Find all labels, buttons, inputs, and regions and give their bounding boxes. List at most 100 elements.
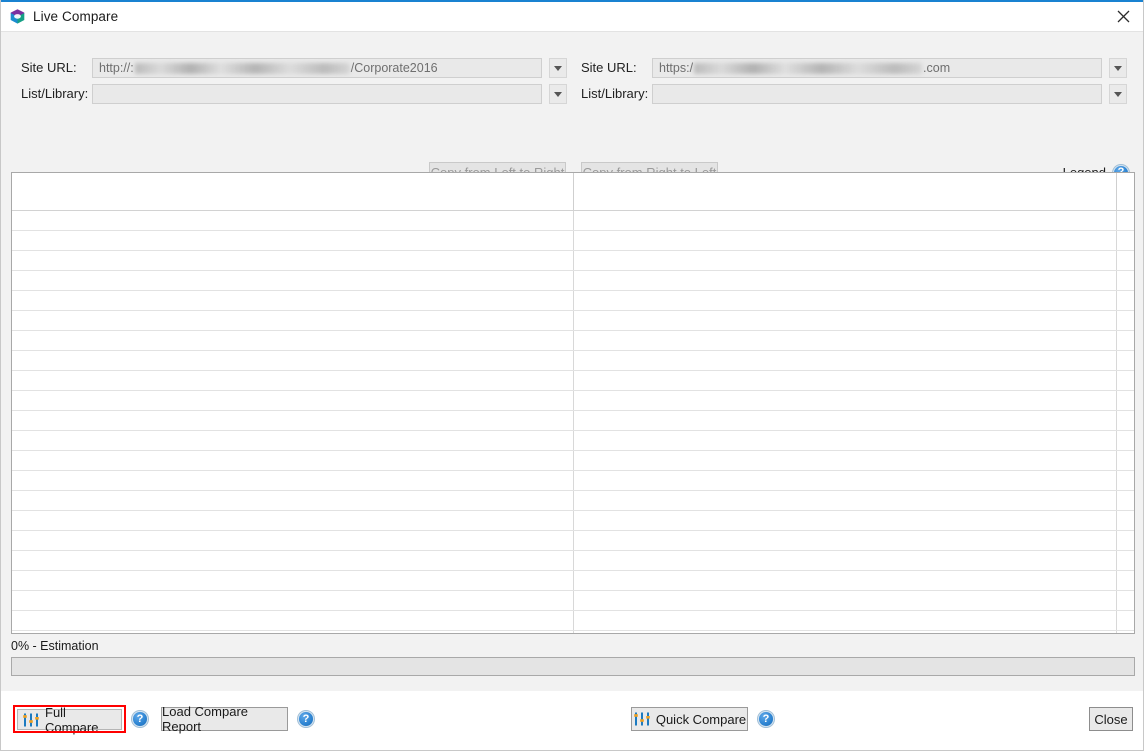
table-row[interactable] xyxy=(12,591,1134,611)
left-site-url-label: Site URL: xyxy=(21,60,77,75)
table-row[interactable] xyxy=(12,451,1134,471)
grid-cell-divider xyxy=(573,351,574,370)
grid-cell-divider xyxy=(573,531,574,550)
sliders-icon xyxy=(633,712,651,726)
table-row[interactable] xyxy=(12,331,1134,351)
table-row[interactable] xyxy=(12,311,1134,331)
table-row[interactable] xyxy=(12,551,1134,571)
grid-cell-divider xyxy=(1116,411,1117,430)
sliders-icon xyxy=(22,713,40,727)
grid-cell-divider xyxy=(1116,351,1117,370)
grid-cell-divider xyxy=(573,631,574,633)
window-title: Live Compare xyxy=(33,9,119,24)
chevron-down-icon xyxy=(554,65,562,71)
table-row[interactable] xyxy=(12,611,1134,631)
table-row[interactable] xyxy=(12,631,1134,633)
quick-compare-label: Quick Compare xyxy=(655,711,747,727)
close-icon[interactable] xyxy=(1101,2,1143,31)
grid-cell-divider xyxy=(1116,471,1117,490)
grid-cell-divider xyxy=(573,571,574,590)
progress-bar xyxy=(11,657,1135,676)
grid-cell-divider xyxy=(573,291,574,310)
table-row[interactable] xyxy=(12,491,1134,511)
full-compare-label: Full Compare xyxy=(45,704,99,735)
table-row[interactable] xyxy=(12,531,1134,551)
right-list-library-dropdown[interactable] xyxy=(1109,84,1127,104)
left-list-library-dropdown[interactable] xyxy=(549,84,567,104)
grid-cell-divider xyxy=(1116,231,1117,250)
grid-cell-divider xyxy=(1116,591,1117,610)
compare-grid[interactable] xyxy=(11,172,1135,634)
left-site-url-row: Site URL: http://: /Corporate2016 xyxy=(21,58,571,78)
grid-cell-divider xyxy=(573,211,574,230)
table-row[interactable] xyxy=(12,411,1134,431)
grid-body xyxy=(12,211,1134,633)
grid-header-row xyxy=(12,173,1134,211)
close-button[interactable]: Close xyxy=(1089,707,1133,731)
right-site-url-prefix: https:/ xyxy=(659,61,694,75)
chevron-down-icon xyxy=(1114,65,1122,71)
grid-cell-divider xyxy=(1116,211,1117,230)
grid-cell-divider xyxy=(1116,611,1117,630)
table-row[interactable] xyxy=(12,391,1134,411)
table-row[interactable] xyxy=(12,251,1134,271)
chevron-down-icon xyxy=(1114,91,1122,97)
table-row[interactable] xyxy=(12,571,1134,591)
right-site-url-redacted xyxy=(694,62,923,74)
grid-cell-divider xyxy=(573,611,574,630)
grid-cell-divider xyxy=(573,551,574,570)
title-bar: Live Compare xyxy=(1,2,1143,31)
grid-cell-divider xyxy=(573,331,574,350)
grid-cell-divider xyxy=(573,411,574,430)
grid-column-divider-1[interactable] xyxy=(573,173,574,210)
left-list-library-label: List/Library: xyxy=(21,86,89,101)
left-site-url-suffix: /Corporate2016 xyxy=(350,61,438,75)
grid-cell-divider xyxy=(1116,331,1117,350)
right-list-library-input[interactable] xyxy=(652,84,1102,104)
grid-cell-divider xyxy=(1116,431,1117,450)
grid-cell-divider xyxy=(573,511,574,530)
chevron-down-icon xyxy=(554,91,562,97)
full-compare-help-circle-icon[interactable]: ? xyxy=(132,711,148,727)
quick-compare-help-circle-icon[interactable]: ? xyxy=(758,711,774,727)
grid-cell-divider xyxy=(1116,551,1117,570)
left-list-library-input[interactable] xyxy=(92,84,542,104)
table-row[interactable] xyxy=(12,291,1134,311)
grid-cell-divider xyxy=(573,451,574,470)
table-row[interactable] xyxy=(12,211,1134,231)
quick-compare-button[interactable]: Quick Compare xyxy=(631,707,748,731)
right-site-url-dropdown[interactable] xyxy=(1109,58,1127,78)
table-row[interactable] xyxy=(12,351,1134,371)
grid-cell-divider xyxy=(573,471,574,490)
right-site-url-label: Site URL: xyxy=(581,60,637,75)
grid-cell-divider xyxy=(1116,451,1117,470)
grid-cell-divider xyxy=(1116,531,1117,550)
live-compare-window: Live Compare Site URL: http://: /Corpora… xyxy=(0,0,1144,751)
table-row[interactable] xyxy=(12,511,1134,531)
load-compare-report-button[interactable]: Load Compare Report xyxy=(161,704,288,734)
table-row[interactable] xyxy=(12,231,1134,251)
right-list-library-label: List/Library: xyxy=(581,86,649,101)
table-row[interactable] xyxy=(12,371,1134,391)
grid-cell-divider xyxy=(1116,251,1117,270)
load-report-help-circle-icon[interactable]: ? xyxy=(298,711,314,727)
right-site-url-row: Site URL: https:/ .com xyxy=(581,58,1131,78)
grid-cell-divider xyxy=(573,231,574,250)
progress-status-text: 0% - Estimation xyxy=(11,639,99,653)
left-site-url-dropdown[interactable] xyxy=(549,58,567,78)
grid-column-divider-2[interactable] xyxy=(1116,173,1117,210)
main-panel: Site URL: http://: /Corporate2016 List/L… xyxy=(1,31,1143,691)
table-row[interactable] xyxy=(12,431,1134,451)
right-list-library-row: List/Library: xyxy=(581,84,1131,104)
grid-cell-divider xyxy=(1116,571,1117,590)
table-row[interactable] xyxy=(12,271,1134,291)
full-compare-button[interactable]: Full Compare xyxy=(17,705,122,735)
left-site-url-prefix: http://: xyxy=(99,61,134,75)
left-site-url-redacted xyxy=(134,62,350,74)
grid-cell-divider xyxy=(573,371,574,390)
grid-cell-divider xyxy=(1116,511,1117,530)
grid-cell-divider xyxy=(1116,291,1117,310)
right-site-url-input[interactable]: https:/ .com xyxy=(652,58,1102,78)
left-site-url-input[interactable]: http://: /Corporate2016 xyxy=(92,58,542,78)
table-row[interactable] xyxy=(12,471,1134,491)
